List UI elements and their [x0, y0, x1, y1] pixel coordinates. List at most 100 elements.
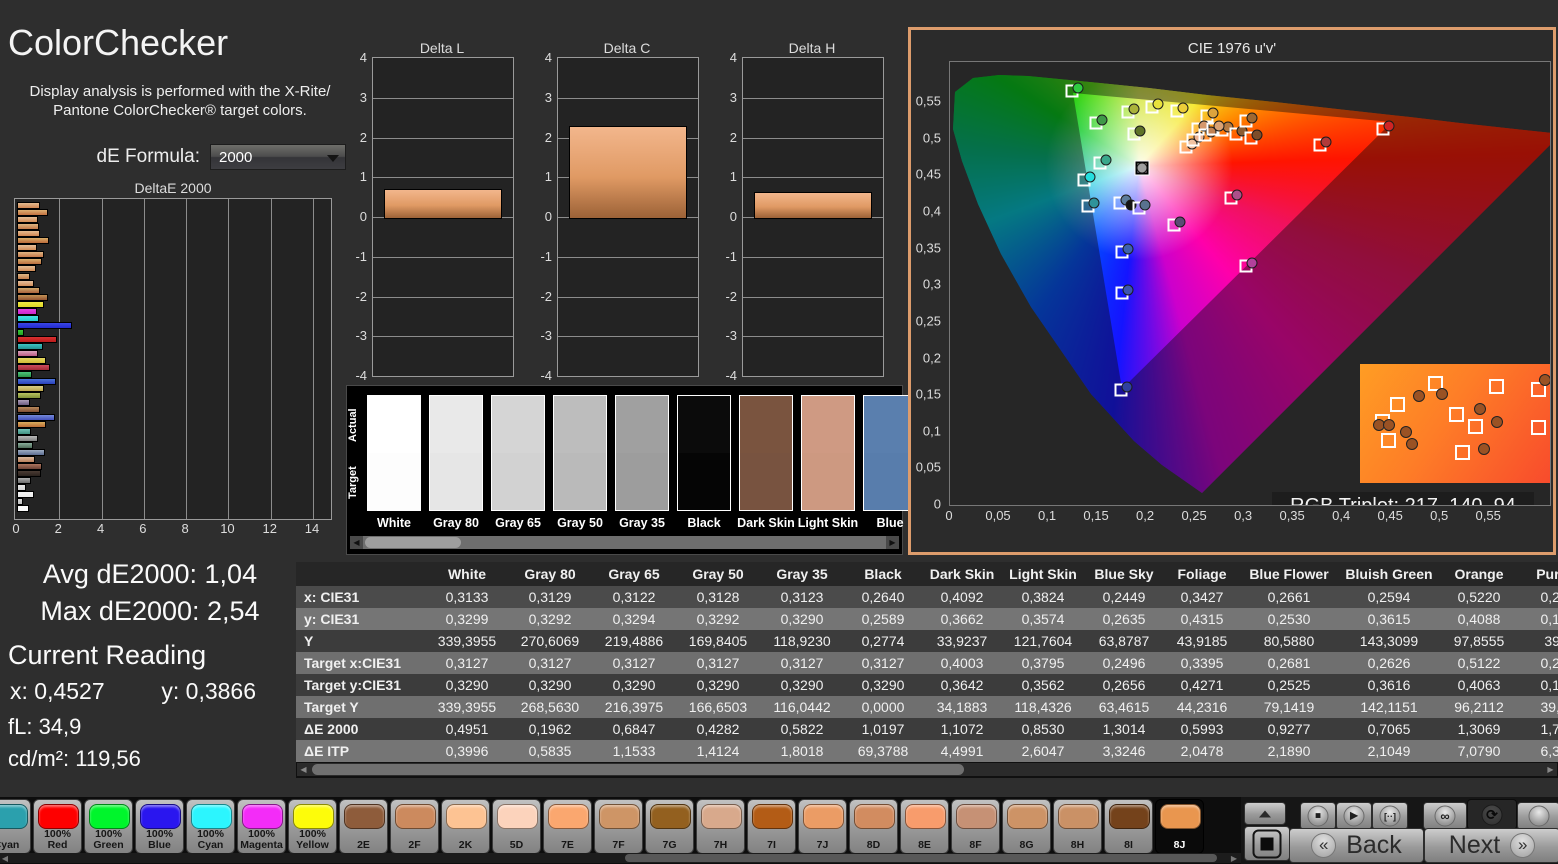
patch-color-chip — [701, 804, 742, 829]
table-cell: 0,3562 — [1021, 677, 1065, 693]
toolbar-patch-button[interactable]: 100% Cyan — [186, 799, 235, 854]
avg-de2000: Avg dE2000: 1,04 — [42, 559, 258, 589]
patch-target — [740, 453, 792, 510]
next-button-label: Next — [1448, 831, 1501, 859]
scroll-right-icon[interactable]: ▶ — [1229, 853, 1239, 863]
table-cell: 1,8018 — [780, 743, 824, 759]
table-cell: 80,5880 — [1263, 633, 1315, 649]
table-cell: 1,1533 — [612, 743, 656, 759]
patch-color-chip — [38, 804, 79, 829]
gridline — [373, 256, 513, 258]
toolbar-patch-button[interactable]: 8F — [951, 799, 1000, 854]
table-cell: 0,2661 — [1267, 589, 1311, 605]
table-cell: 0,3996 — [445, 743, 489, 759]
x-tick-label: 8 — [181, 521, 189, 536]
table-cell: 169,8405 — [688, 633, 748, 649]
colorchecker-app: ColorChecker Display analysis is perform… — [0, 0, 1558, 864]
blank-button[interactable] — [1517, 802, 1558, 830]
toolbar-patch-button[interactable]: 7G — [645, 799, 694, 854]
stop-button[interactable]: ■ — [1300, 802, 1336, 830]
toolbar-patch-button[interactable]: 7E — [543, 799, 592, 854]
patch-button-label: 7F — [612, 839, 625, 851]
toolbar-patch-button[interactable]: 8G — [1002, 799, 1051, 854]
big-stop-button[interactable] — [1244, 826, 1290, 861]
gridline — [59, 199, 61, 519]
patch-color-chip — [1007, 804, 1048, 829]
toolbar-patch-button[interactable]: 5D — [492, 799, 541, 854]
next-button[interactable]: Next » — [1424, 828, 1558, 863]
column-header: Blue Sky — [1094, 566, 1154, 582]
cie-diagram: RGB Triplet: 217, 140, 94 — [949, 61, 1551, 506]
y-tick-label: 0 — [729, 209, 737, 224]
series-button[interactable]: [··] — [1372, 802, 1408, 830]
toolbar-patch-button[interactable]: 2E — [339, 799, 388, 854]
toolbar-patch-button[interactable]: 2K — [441, 799, 490, 854]
y-tick-label: -4 — [725, 368, 737, 383]
toolbar-patch-button[interactable]: 7J — [798, 799, 847, 854]
y-tick-label: 0,05 — [915, 459, 941, 475]
table-cell: 0,3127 — [612, 655, 656, 671]
play-button[interactable]: ▶ — [1336, 802, 1372, 830]
patch-label: Gray 50 — [557, 516, 603, 530]
patch-button-label: Cyan — [0, 839, 20, 851]
toolbar-patch-button[interactable]: 8E — [900, 799, 949, 854]
measured-point — [1177, 102, 1189, 114]
table-cell: 0,3662 — [940, 611, 984, 627]
table-scrollbar[interactable]: ◀ ▶ — [297, 763, 1557, 776]
gridline — [743, 97, 883, 99]
toolbar-patch-button[interactable]: 100% Magenta — [237, 799, 286, 854]
toolbar-patch-button[interactable]: 8H — [1053, 799, 1102, 854]
toolbar-patch-button[interactable]: 100% Red — [33, 799, 82, 854]
gridline — [186, 199, 188, 519]
scroll-right-icon[interactable]: ▶ — [886, 536, 899, 549]
toolbar-patch-button[interactable]: 8J — [1155, 799, 1204, 854]
swatch-scrollbar[interactable]: ◀ ▶ — [350, 536, 899, 549]
de-bar — [17, 343, 44, 350]
infinity-icon: ∞ — [1434, 805, 1456, 827]
toolbar-patch-button[interactable]: 100% Blue — [135, 799, 184, 854]
table-scrollbar-thumb[interactable] — [312, 764, 964, 775]
table-cell: 39,89 — [1540, 699, 1558, 715]
toolbar-scrollbar[interactable]: ◀ ▶ — [0, 853, 1241, 863]
table-cell: 0,3616 — [1367, 677, 1411, 693]
toolbar-patch-button[interactable]: 100% Green — [84, 799, 133, 854]
y-tick-label: -2 — [725, 288, 737, 304]
gridline — [373, 296, 513, 298]
swatch-scrollbar-thumb[interactable] — [365, 537, 461, 548]
toolbar-patch-button[interactable]: 8I — [1104, 799, 1153, 854]
patch-swatch — [367, 395, 421, 511]
back-button[interactable]: « Back — [1289, 828, 1424, 863]
toolbar-patch-button[interactable]: Cyan — [0, 799, 31, 854]
x-tick-label: 0,2 — [1136, 508, 1155, 523]
toolbar-patch-button[interactable]: 8D — [849, 799, 898, 854]
patch-button-label: 8H — [1070, 839, 1085, 851]
cie-diagram-title: CIE 1976 u'v' — [1187, 40, 1277, 57]
scroll-left-icon[interactable]: ◀ — [297, 763, 310, 776]
table-row: ΔE 2000 0,4951 0,1962 0,6847 0,4282 0,5822 1,0… — [296, 718, 1558, 740]
toolbar-patch-button[interactable]: 100% Yellow — [288, 799, 337, 854]
toolbar-scrollbar-thumb[interactable] — [625, 854, 1217, 862]
toolbar-patch-button[interactable]: 7H — [696, 799, 745, 854]
refresh-button[interactable]: ⟳ — [1467, 799, 1517, 830]
de-formula-dropdown[interactable]: 2000 — [210, 144, 346, 170]
toolbar-patch-button[interactable]: 2F — [390, 799, 439, 854]
table-cell: 0,4003 — [940, 655, 984, 671]
loop-button[interactable]: ∞ — [1423, 802, 1467, 830]
table-cell: 0,3123 — [780, 589, 824, 605]
toolbar-patch-button[interactable]: 7I — [747, 799, 796, 854]
de-bar — [17, 293, 48, 301]
scroll-left-icon[interactable]: ◀ — [350, 536, 363, 549]
y-tick-label: 0,5 — [922, 130, 941, 146]
table-cell: 0,3133 — [445, 589, 489, 605]
table-cell: 121,7604 — [1013, 633, 1073, 649]
y-tick-label: 0 — [359, 209, 367, 224]
measured-point — [1128, 103, 1140, 115]
chevron-left-icon: « — [1311, 833, 1337, 858]
current-y: y: 0,3866 — [161, 678, 257, 704]
measured-point — [1152, 98, 1164, 110]
collapse-up-button[interactable] — [1244, 802, 1286, 825]
table-cell: 0,189 — [1540, 611, 1558, 627]
scroll-right-icon[interactable]: ▶ — [1544, 763, 1557, 776]
scroll-left-icon[interactable]: ◀ — [0, 853, 10, 863]
toolbar-patch-button[interactable]: 7F — [594, 799, 643, 854]
